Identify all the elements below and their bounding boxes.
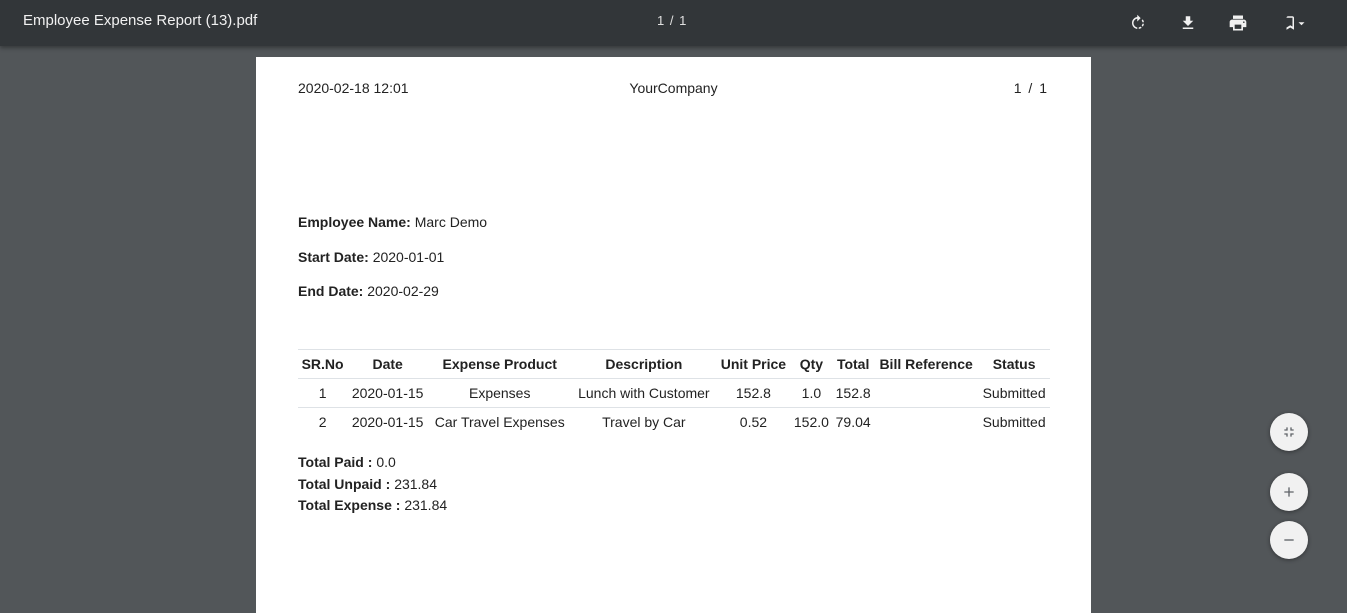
cell-unit-price: 152.8 bbox=[716, 378, 791, 408]
fit-page-icon bbox=[1284, 427, 1294, 437]
download-icon[interactable] bbox=[1176, 11, 1200, 35]
total-paid-line: Total Paid : 0.0 bbox=[298, 452, 447, 474]
employee-name-label: Employee Name: bbox=[298, 214, 411, 230]
col-total: Total bbox=[832, 349, 875, 379]
cell-date: 2020-01-15 bbox=[351, 414, 424, 430]
start-date-value: 2020-01-01 bbox=[372, 249, 445, 265]
total-unpaid-line: Total Unpaid : 231.84 bbox=[298, 474, 447, 496]
start-date-label: Start Date: bbox=[298, 249, 369, 265]
col-description: Description bbox=[571, 349, 717, 379]
rotate-icon[interactable] bbox=[1126, 11, 1150, 35]
start-date-line: Start Date: 2020-01-01 bbox=[298, 249, 444, 265]
cell-qty: 1.0 bbox=[790, 378, 833, 408]
cell-description: Lunch with Customer bbox=[571, 378, 717, 408]
col-date: Date bbox=[347, 349, 429, 379]
zoom-in-icon bbox=[1284, 487, 1294, 497]
print-icon[interactable] bbox=[1226, 11, 1250, 35]
cell-description: Travel by Car bbox=[602, 414, 686, 430]
cell-sr-no: 1 bbox=[298, 378, 348, 408]
end-date-line: End Date: 2020-02-29 bbox=[298, 283, 439, 299]
table-row: 1 2020-01-15 Expenses Lunch with Custome… bbox=[298, 378, 1050, 408]
totals-block: Total Paid : 0.0 Total Unpaid : 231.84 T… bbox=[298, 452, 447, 517]
employee-name-value: Marc Demo bbox=[414, 214, 488, 230]
zoom-out-icon bbox=[1284, 539, 1294, 541]
cell-unit-price: 0.52 bbox=[739, 414, 768, 430]
cell-expense-product: Expenses bbox=[428, 378, 572, 408]
cell-expense-product: Car Travel Expenses bbox=[434, 414, 565, 430]
col-status: Status bbox=[978, 349, 1050, 379]
zoom-out-button[interactable] bbox=[1270, 521, 1308, 559]
expense-table: SR.No Date Expense Product Description U… bbox=[298, 349, 1050, 436]
total-expense-label: Total Expense : bbox=[298, 497, 401, 513]
col-bill-reference: Bill Reference bbox=[874, 349, 979, 379]
table-row: 2 2020-01-15 Car Travel Expenses Travel … bbox=[298, 408, 1050, 437]
cell-bill-reference bbox=[874, 408, 978, 437]
document-title: Employee Expense Report (13).pdf bbox=[23, 12, 258, 29]
pdf-toolbar: Employee Expense Report (13).pdf 1 / 1 bbox=[0, 0, 1347, 46]
end-date-label: End Date: bbox=[298, 283, 364, 299]
col-qty: Qty bbox=[790, 349, 833, 379]
company-name: YourCompany bbox=[629, 80, 718, 96]
zoom-in-button[interactable] bbox=[1270, 473, 1308, 511]
cell-sr-no: 2 bbox=[318, 414, 327, 430]
cell-status: Submitted bbox=[982, 414, 1046, 430]
cell-total: 152.8 bbox=[832, 378, 875, 408]
col-expense-product: Expense Product bbox=[428, 349, 572, 379]
table-header-row: SR.No Date Expense Product Description U… bbox=[298, 349, 1050, 379]
cell-total: 79.04 bbox=[835, 414, 871, 430]
bookmark-icon[interactable] bbox=[1276, 11, 1312, 35]
employee-name-line: Employee Name: Marc Demo bbox=[298, 214, 487, 230]
page-number: 1 / 1 bbox=[1013, 80, 1047, 96]
cell-qty: 152.0 bbox=[793, 414, 829, 430]
total-unpaid-value: 231.84 bbox=[394, 475, 438, 492]
total-unpaid-label: Total Unpaid : bbox=[298, 475, 391, 492]
cell-status: Submitted bbox=[978, 378, 1050, 408]
total-expense-value: 231.84 bbox=[404, 497, 448, 513]
total-paid-label: Total Paid : bbox=[298, 454, 373, 470]
page-counter: 1 / 1 bbox=[657, 13, 687, 28]
fit-page-button[interactable] bbox=[1270, 413, 1308, 451]
cell-date: 2020-01-15 bbox=[347, 378, 429, 408]
col-sr-no: SR.No bbox=[298, 349, 348, 379]
pdf-page: 2020-02-18 12:01 YourCompany 1 / 1 Emplo… bbox=[256, 57, 1091, 613]
cell-bill-reference bbox=[874, 378, 979, 408]
total-expense-line: Total Expense : 231.84 bbox=[298, 495, 447, 517]
end-date-value: 2020-02-29 bbox=[367, 283, 439, 299]
col-unit-price: Unit Price bbox=[716, 349, 791, 379]
total-paid-value: 0.0 bbox=[376, 454, 396, 470]
